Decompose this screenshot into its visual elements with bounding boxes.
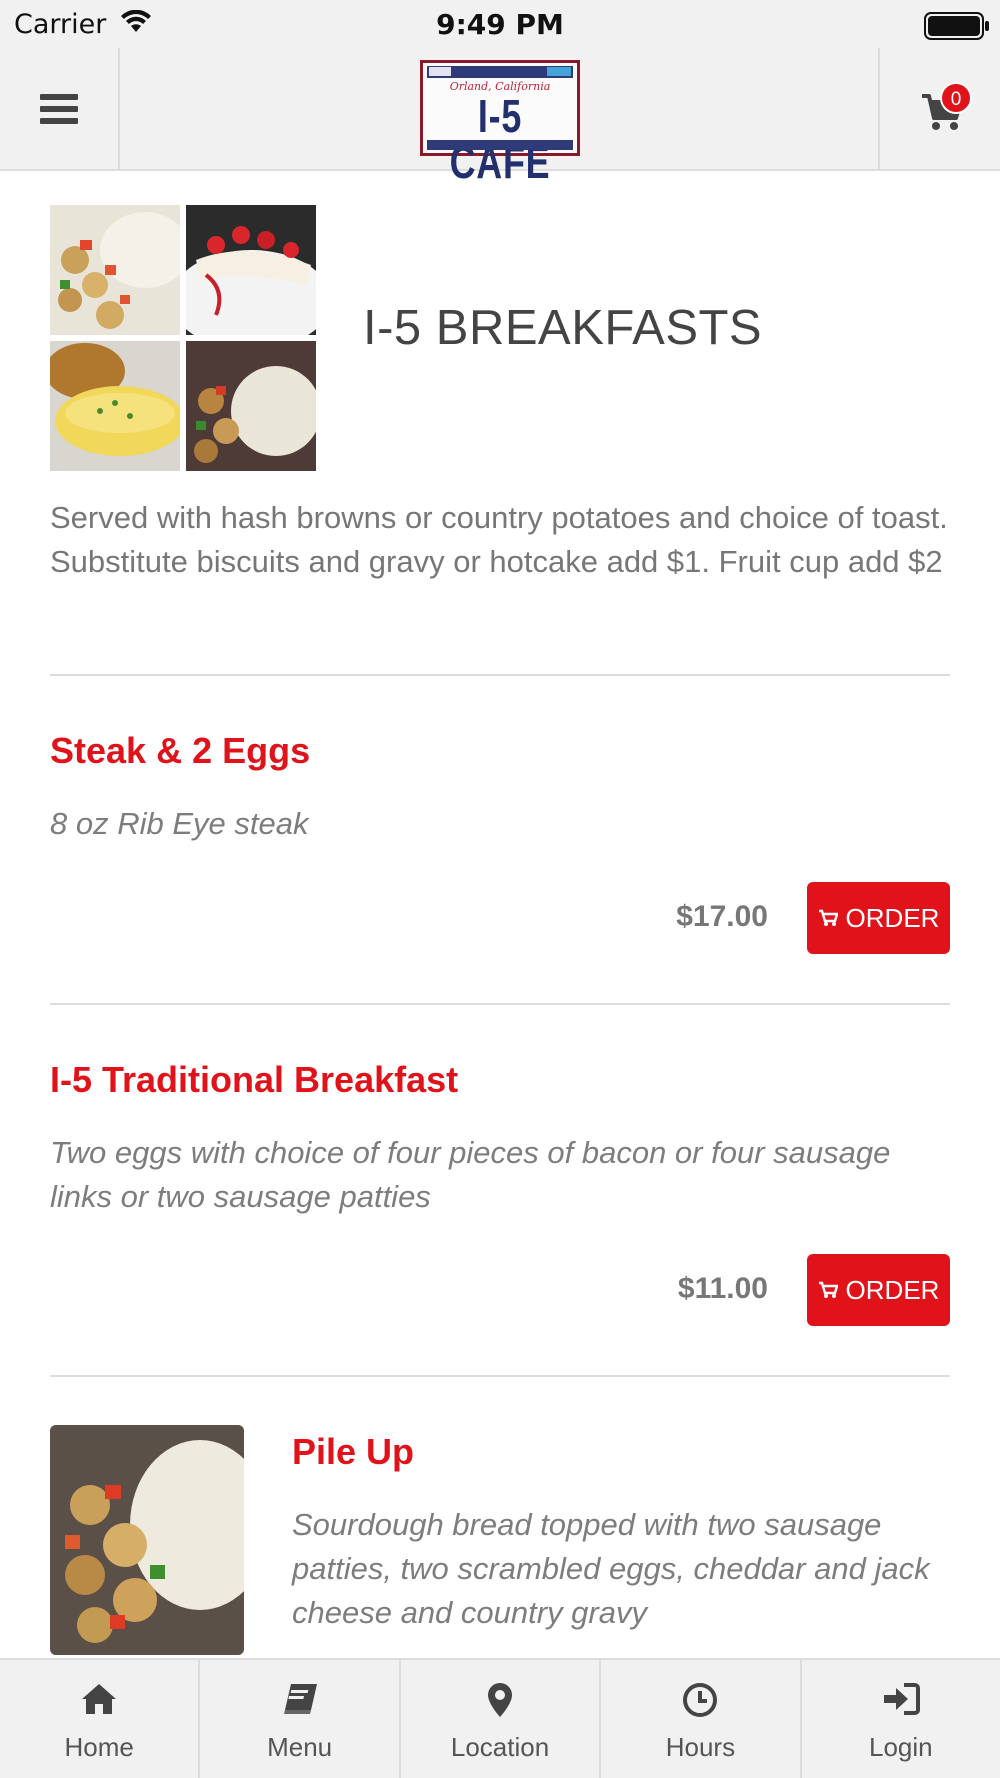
item-name-pile-up: Pile Up bbox=[292, 1431, 415, 1472]
battery-icon bbox=[924, 12, 990, 44]
item-price: $11.00 bbox=[677, 1272, 768, 1305]
status-time: 9:49 PM bbox=[436, 8, 564, 41]
tab-label: Location bbox=[450, 1732, 550, 1762]
item-description: 8 oz Rib Eye steak bbox=[50, 806, 309, 841]
cart-small-icon bbox=[818, 1281, 838, 1298]
tab-menu[interactable]: Menu bbox=[200, 1660, 401, 1778]
sign-in-icon bbox=[802, 1682, 1000, 1716]
item-name-traditional-breakfast: I-5 Traditional Breakfast bbox=[50, 1059, 459, 1100]
home-icon bbox=[0, 1682, 198, 1716]
hamburger-icon bbox=[40, 88, 78, 130]
cart-small-icon bbox=[818, 909, 838, 926]
cart-button[interactable]: 0 bbox=[878, 48, 1000, 169]
order-button-traditional-breakfast[interactable]: ORDER bbox=[807, 1254, 950, 1326]
book-icon bbox=[200, 1682, 398, 1716]
status-bar: Carrier 9:49 PM bbox=[0, 0, 1000, 48]
map-pin-icon bbox=[401, 1682, 599, 1718]
category-title: I-5 BREAKFASTS bbox=[363, 301, 763, 355]
divider bbox=[50, 674, 950, 676]
logo-top-band bbox=[427, 66, 573, 78]
item-photo-pile-up[interactable] bbox=[50, 1425, 244, 1655]
tab-hours[interactable]: Hours bbox=[601, 1660, 802, 1778]
app-header: Orland, California I-5 CAFE 0 bbox=[0, 48, 1000, 185]
logo-name: I-5 CAFE bbox=[449, 90, 551, 188]
order-button-steak-eggs[interactable]: ORDER bbox=[807, 882, 950, 954]
photo-tile-potatoes bbox=[50, 205, 180, 335]
item-description: Two eggs with choice of four pieces of b… bbox=[50, 1135, 891, 1214]
cart-count-badge: 0 bbox=[940, 82, 972, 114]
tab-label: Menu bbox=[267, 1732, 333, 1762]
tab-label: Home bbox=[64, 1732, 134, 1762]
category-description: Served with hash browns or country potat… bbox=[50, 500, 948, 579]
tab-label: Login bbox=[869, 1732, 933, 1762]
item-price: $17.00 bbox=[676, 900, 768, 933]
tab-login[interactable]: Login bbox=[802, 1660, 1000, 1778]
category-photo bbox=[50, 205, 316, 471]
order-label: ORDER bbox=[845, 1274, 940, 1305]
cafe-logo[interactable]: Orland, California I-5 CAFE bbox=[420, 60, 580, 185]
tab-location[interactable]: Location bbox=[401, 1660, 602, 1778]
divider bbox=[50, 1375, 950, 1377]
photo-tile-crepe bbox=[186, 205, 316, 335]
clock-icon bbox=[601, 1682, 799, 1718]
order-label: ORDER bbox=[845, 902, 940, 933]
tab-home[interactable]: Home bbox=[0, 1660, 201, 1778]
logo-bottom-band bbox=[427, 140, 573, 150]
divider bbox=[50, 1003, 950, 1005]
photo-tile-gravy bbox=[186, 341, 316, 471]
item-description: Sourdough bread topped with two sausage … bbox=[292, 1507, 930, 1630]
bottom-tab-bar: Home Menu Location Hours Login bbox=[0, 1658, 1000, 1778]
photo-tile-omelette bbox=[50, 341, 180, 471]
tab-label: Hours bbox=[665, 1732, 736, 1762]
item-name-steak-eggs: Steak & 2 Eggs bbox=[50, 730, 311, 771]
menu-button[interactable] bbox=[0, 48, 120, 169]
